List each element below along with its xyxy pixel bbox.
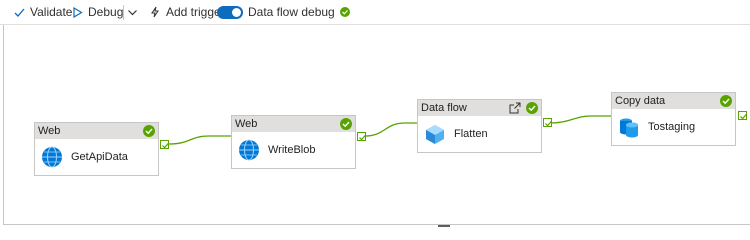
success-output-port[interactable] xyxy=(738,111,747,120)
success-check-icon xyxy=(143,125,155,137)
success-check-icon xyxy=(526,102,538,114)
activity-flatten[interactable]: Data flow Flatten xyxy=(417,99,542,153)
edge-getapidata-writeblob xyxy=(168,135,231,145)
globe-icon xyxy=(42,146,62,168)
globe-icon xyxy=(239,139,259,161)
activity-header: Data flow xyxy=(418,100,541,116)
activity-name: Tostaging xyxy=(648,121,696,133)
activity-type: Web xyxy=(38,125,61,137)
success-check-icon xyxy=(340,118,352,130)
edge-writeblob-flatten xyxy=(364,122,417,137)
activity-header: Web xyxy=(232,116,355,132)
activity-writeblob[interactable]: Web WriteBlob xyxy=(231,115,356,169)
activity-tostaging[interactable]: Copy data Tostaging xyxy=(611,92,736,146)
success-output-port[interactable] xyxy=(160,140,169,149)
success-check-icon xyxy=(720,95,732,107)
success-output-port[interactable] xyxy=(543,118,552,127)
dataflow-icon xyxy=(426,125,444,144)
activity-getapidata[interactable]: Web GetApiData xyxy=(34,122,159,176)
activity-type: Copy data xyxy=(615,95,666,107)
activity-header: Web xyxy=(35,123,158,139)
activity-name: Flatten xyxy=(454,128,488,140)
success-output-port[interactable] xyxy=(357,132,366,141)
activity-name: WriteBlob xyxy=(268,144,316,156)
activity-name: GetApiData xyxy=(71,151,128,163)
edge-flatten-tostaging xyxy=(549,115,611,124)
open-external-icon[interactable] xyxy=(509,102,521,114)
activity-type: Web xyxy=(235,118,258,130)
activity-type: Data flow xyxy=(421,102,467,114)
activity-header: Copy data xyxy=(612,93,735,109)
database-icon xyxy=(620,118,638,138)
